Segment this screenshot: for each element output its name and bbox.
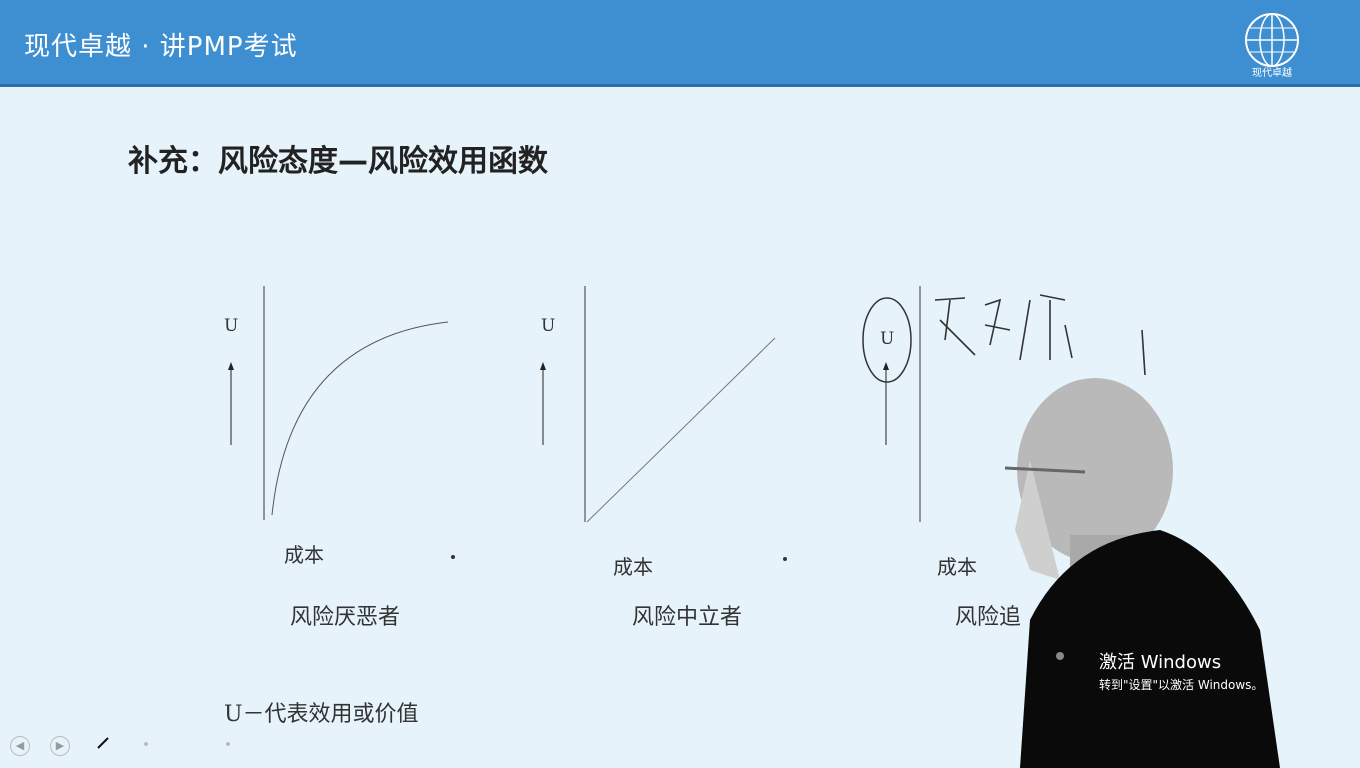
windows-activate-subtitle: 转到"设置"以激活 Windows。 [1099, 678, 1264, 692]
graph-risk-seeking [862, 286, 921, 522]
u-label-neutral: U [541, 316, 556, 336]
x-label-seeking: 成本 [937, 555, 977, 579]
slide-note: U－代表效用或价值 [224, 702, 419, 727]
back-icon[interactable]: ◀ [10, 736, 30, 756]
caption-risk-averse: 风险厌恶者 [290, 605, 401, 630]
dot-icon[interactable] [226, 742, 230, 746]
arrow-dot-neutral [783, 557, 787, 561]
u-label-averse: U [224, 316, 239, 336]
caption-risk-neutral: 风险中立者 [632, 605, 743, 630]
x-label-averse: 成本 [284, 543, 324, 567]
graph-risk-neutral [540, 286, 776, 523]
windows-activate-title: 激活 Windows [1099, 652, 1222, 673]
presenter-video [1004, 378, 1280, 768]
u-label-seeking: U [880, 329, 895, 349]
graph-risk-averse [228, 286, 449, 520]
presentation-screen: 现代卓越 · 讲PMP考试 现代卓越 补充：风险态度—风险效用函数 U U U … [0, 0, 1360, 768]
dot-icon[interactable] [144, 742, 148, 746]
x-label-neutral: 成本 [613, 555, 653, 579]
arrow-dot-averse [451, 555, 455, 559]
pen-icon[interactable] [96, 736, 110, 750]
forward-icon[interactable]: ▶ [50, 736, 70, 756]
